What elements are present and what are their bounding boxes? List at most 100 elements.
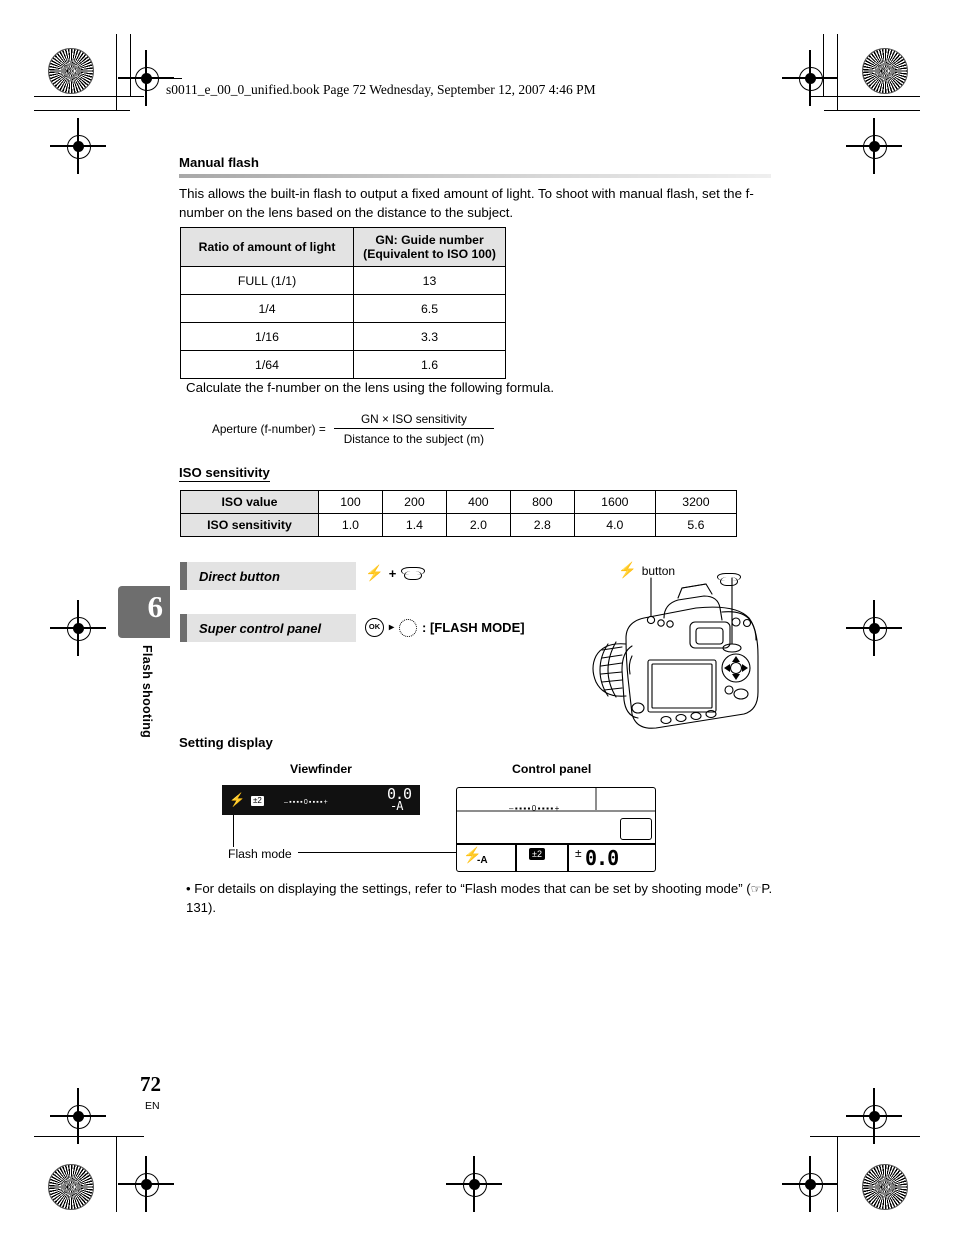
iso-factor-cell: 4.0 (573, 513, 656, 537)
control-panel-caption: Control panel (512, 762, 592, 776)
manual-flash-heading: Manual flash (179, 155, 259, 170)
ok-button-icon: OK (365, 618, 384, 637)
cell-ratio: 1/4 (179, 294, 355, 323)
aperture-formula: Aperture (f-number) = GN × ISO sensitivi… (212, 412, 495, 446)
trim-rule-top-left-v2 (130, 34, 132, 96)
trim-rule-bottom-left-v (116, 1136, 118, 1212)
guide-number-table: Ratio of amount of light GN: Guide numbe… (179, 227, 506, 379)
cell-ratio: 1/16 (179, 322, 355, 351)
super-control-panel-label: Super control panel (199, 620, 322, 636)
crop-target-bottom-left (118, 1156, 174, 1212)
trim-rule-top-left-h (34, 96, 144, 98)
direct-button-value: ⚡ + (365, 565, 426, 582)
control-panel-exposure-scale: –▪▪▪▪0▪▪▪▪+ (509, 804, 561, 813)
iso-value-cell: 400 (445, 490, 511, 514)
crop-target-top-right (782, 50, 838, 106)
crop-target-right-middle (846, 600, 902, 656)
control-panel-value: 0.0 (585, 846, 619, 870)
iso-factor-cell: 1.4 (381, 513, 447, 537)
camera-rear-view-svg (592, 577, 759, 729)
control-panel-display: –▪▪▪▪0▪▪▪▪+ ⚡ -A ±2 0.0 ± (456, 787, 656, 872)
col-header-ratio: Ratio of amount of light (179, 227, 355, 267)
table-header-row: Ratio of amount of light GN: Guide numbe… (179, 227, 506, 267)
trim-rule-bottom-right-h (810, 1136, 920, 1138)
cell-gn: 13 (353, 266, 506, 295)
super-control-panel-row: Super control panel (180, 614, 356, 642)
row-accent-bar (180, 614, 187, 642)
setting-display-note: • For details on displaying the settings… (186, 880, 776, 917)
manual-flash-heading-rule (179, 174, 771, 178)
control-dial-icon (401, 567, 426, 580)
iso-value-cell: 3200 (654, 490, 738, 514)
iso-value-cell: 800 (509, 490, 575, 514)
formula-intro: Calculate the f-number on the lens using… (186, 380, 555, 395)
col-header-gn: GN: Guide number (Equivalent to ISO 100) (353, 227, 506, 267)
control-panel-flash-comp-badge: ±2 (529, 848, 545, 860)
language-code: EN (145, 1100, 160, 1112)
control-panel-value-pm-icon: ± (575, 846, 582, 860)
col-header-gn-line1: GN: Guide number (375, 233, 484, 247)
formula-numerator: GN × ISO sensitivity (360, 412, 467, 426)
direct-button-row: Direct button (180, 562, 356, 590)
setting-display-heading: Setting display (179, 735, 273, 750)
iso-factor-cell: 5.6 (654, 513, 738, 537)
trim-rule-bottom-right-v (837, 1136, 839, 1212)
cell-ratio: FULL (1/1) (179, 266, 355, 295)
crop-target-bottom-center (446, 1156, 502, 1212)
arrow-pad-icon (399, 618, 418, 637)
trim-rule-top-left-v (116, 34, 118, 110)
col-header-gn-line2: (Equivalent to ISO 100) (363, 247, 496, 261)
table-row: 1/64 1.6 (179, 350, 506, 379)
row-label-iso-sensitivity: ISO sensitivity (180, 513, 319, 537)
registration-rosette-top-left (48, 48, 94, 94)
trim-rule-top-right-h (810, 96, 920, 98)
chapter-label: Flash shooting (140, 645, 154, 739)
row-accent-bar (180, 562, 187, 590)
chapter-number: 6 (147, 589, 164, 624)
cell-gn: 1.6 (353, 350, 506, 379)
cell-gn: 3.3 (353, 322, 506, 351)
note-text: • For details on displaying the settings… (186, 881, 751, 896)
formula-denominator: Distance to the subject (m) (343, 432, 485, 446)
iso-sensitivity-row: ISO sensitivity 1.0 1.4 2.0 2.8 4.0 5.6 (180, 513, 738, 537)
manual-flash-paragraph: This allows the built-in flash to output… (179, 186, 754, 220)
crop-target-left-middle (50, 600, 106, 656)
crop-target-right-upper (846, 118, 902, 174)
viewfinder-mode-text: -A (390, 799, 403, 813)
viewfinder-flash-comp-badge: ±2 (251, 796, 264, 806)
crop-target-bottom-right (782, 1156, 838, 1212)
trim-rule-bottom-left-h (34, 1136, 144, 1138)
cp-divider-cell-2 (567, 843, 569, 871)
trim-rule-top-right-v2 (823, 34, 825, 96)
page-number: 72 (140, 1072, 161, 1096)
iso-factor-cell: 1.0 (318, 513, 383, 537)
cp-divider-cell-1 (515, 843, 517, 871)
pointing-hand-icon: ☞ (750, 882, 762, 896)
super-control-panel-value-text: : [FLASH MODE] (422, 620, 525, 635)
crop-target-top-left (50, 118, 106, 174)
table-row: 1/4 6.5 (179, 294, 506, 323)
iso-value-cell: 1600 (573, 490, 656, 514)
iso-value-cell: 200 (381, 490, 447, 514)
header-rule (134, 78, 182, 80)
flash-bolt-icon: ⚡ (365, 565, 384, 582)
iso-sensitivity-table: ISO value 100 200 400 800 1600 3200 ISO … (180, 490, 738, 537)
viewfinder-caption: Viewfinder (290, 762, 352, 776)
viewfinder-exposure-scale: –▪▪▪▪0▪▪▪▪+ (284, 799, 329, 806)
iso-factor-cell: 2.0 (445, 513, 511, 537)
direct-button-label: Direct button (199, 568, 280, 584)
cell-ratio: 1/64 (179, 350, 355, 379)
cp-divider-bottom (457, 843, 655, 845)
table-row: 1/16 3.3 (179, 322, 506, 351)
table-row: FULL (1/1) 13 (179, 266, 506, 295)
cell-gn: 6.5 (353, 294, 506, 323)
trim-rule-top-left-h2 (34, 110, 130, 112)
row-label-iso-value: ISO value (180, 490, 319, 514)
registration-rosette-top-right (862, 48, 908, 94)
chapter-tab: 6 (118, 586, 170, 638)
header-filename-line: s0011_e_00_0_unified.book Page 72 Wednes… (166, 82, 596, 97)
iso-sensitivity-heading: ISO sensitivity (179, 465, 270, 482)
viewfinder-display: ⚡ ±2 –▪▪▪▪0▪▪▪▪+ 0.0 -A (222, 785, 420, 815)
super-control-panel-value: OK ▸ : [FLASH MODE] (365, 618, 525, 637)
iso-factor-cell: 2.8 (509, 513, 575, 537)
